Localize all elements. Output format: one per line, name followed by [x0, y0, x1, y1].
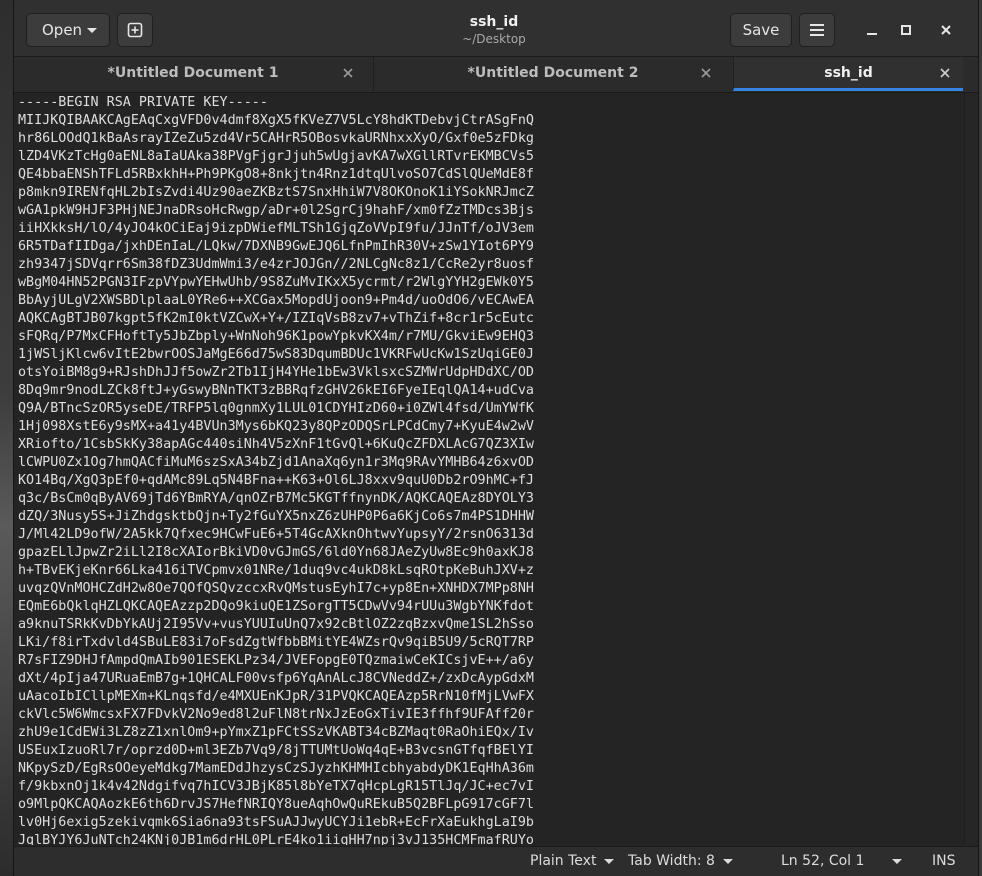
- open-button-label: Open: [42, 21, 83, 39]
- text-line: lZD4VKzTcHg0aENL8aIaUAka38PVgFjgrJjuh5wU…: [18, 149, 534, 164]
- text-line: zh9347jSDVqrr6Sm38fDZ3UdmWmi3/e4zrJOJGn/…: [18, 257, 534, 272]
- vertical-scrollbar[interactable]: [964, 93, 978, 845]
- save-button[interactable]: Save: [730, 13, 792, 47]
- chevron-down-icon: [87, 28, 97, 33]
- main-menu-button[interactable]: [799, 13, 835, 47]
- text-line: uAacoIbICllpMEXm+KLnqsfd/e4MXUEnKJpR/31P…: [18, 689, 534, 704]
- text-line: JqlBYJY6JuNTch24KNj0JB1m6drHL0PLrE4ko1ii…: [18, 833, 534, 845]
- text-editor-area[interactable]: -----BEGIN RSA PRIVATE KEY----- MIIJKQIB…: [14, 93, 964, 845]
- text-line: LKi/f8irTxdvld4SBuLE83i7oFsdZgtWfbbBMitY…: [18, 635, 534, 650]
- text-line: wGA1pkW9HJF3PHjNEJnaDRsoHcRwgp/aDr+0l2Sg…: [18, 203, 534, 218]
- chevron-down-icon[interactable]: [892, 859, 902, 864]
- close-window-button[interactable]: [932, 16, 960, 44]
- text-line: XRiofto/1CsbSkKy38apAGc440siNh4V5zXnF1tG…: [18, 437, 534, 452]
- text-line: f/9kbxnOj1k4v42Ndgifvq7hICV3JBjK85l8bYeT…: [18, 779, 534, 794]
- window-subtitle: ~/Desktop: [462, 32, 526, 46]
- minimize-button[interactable]: [858, 16, 886, 44]
- tab-label: *Untitled Document 1: [107, 65, 279, 81]
- chevron-down-icon: [604, 858, 615, 864]
- text-line: BbAyjULgV2XWSBDlplaaL0YRe6++XCGax5MopdUj…: [18, 293, 534, 308]
- text-line: 8Dq9mr9nodLZCk8ftJ+yGswyBNnTKT3zBBRqfzGH…: [18, 383, 534, 398]
- text-line: dXt/4pIja47URuaEmB7g+1QHCALF00vsfp6YqAnA…: [18, 671, 534, 686]
- text-line: otsYoiBM8g9+RJshDhJJf5owZr2Tb1IjH4YHe1bE…: [18, 365, 534, 380]
- text-line: uvqzQVnMOHCZdH2w8Oe7QOfQSQvzccxRvQMstusE…: [18, 581, 534, 596]
- text-line: 6R5TDafIIDga/jxhDEnIaL/LQkw/7DXNB9GwEJQ6…: [18, 239, 534, 254]
- status-bar: Plain Text Tab Width: 8 Ln 52, Col 1 INS: [14, 846, 978, 876]
- text-line: 1Hj098XstE6y9sMX+a41y4BVUn3Mys6bKQ23y8QP…: [18, 419, 534, 434]
- tab-close-button[interactable]: [936, 64, 954, 82]
- cursor-position-label: Ln 52, Col 1: [781, 853, 865, 869]
- text-line: USEuxIzuoRl7r/oprzd0D+ml3EZb7Vq9/8jTTUMt…: [18, 743, 534, 758]
- text-line: p8mkn9IRENfqHL2bIsZvdi4Uz90aeZKBztS7SnxH…: [18, 185, 534, 200]
- language-label: Plain Text: [530, 853, 597, 869]
- text-line: NKpySzD/EgRsOOeyeMdkg7MamEDdJhzysCzSJyzh…: [18, 761, 534, 776]
- text-line: o9MlpQKCAQAozkE6th6DrvJS7HefNRIQY8ueAqhO…: [18, 797, 534, 812]
- minimize-icon: [867, 33, 877, 35]
- close-icon: [941, 25, 951, 35]
- window-title: ssh_id: [469, 14, 519, 30]
- text-line: QE4bbaENShTFLd5RBxkhH+Ph9PKgO8+8nkjtn4Rn…: [18, 167, 534, 182]
- text-line: dZQ/3Nusy5S+JiZhdgsktbQjn+Ty2fGuYX5nxZ6z…: [18, 509, 534, 524]
- text-line: MIIJKQIBAAKCAgEAqCxgVFD0v4dmf8XgX5fKVeZ7…: [18, 113, 534, 128]
- tab-close-button[interactable]: [697, 64, 715, 82]
- insert-mode-label: INS: [932, 853, 956, 869]
- hamburger-menu-icon: [810, 24, 824, 36]
- desktop-background: [0, 0, 14, 876]
- window-title-block: ssh_id ~/Desktop: [394, 13, 594, 47]
- tab-close-button[interactable]: [339, 64, 357, 82]
- tab-ssh-id[interactable]: ssh_id: [733, 57, 963, 91]
- close-icon: [940, 68, 950, 78]
- text-line: sFQRq/P7MxCFHoftTy5JbZbply+WnNoh96K1powY…: [18, 329, 534, 344]
- text-editor-window: Open ssh_id ~/Desktop Save *Untitled Doc…: [14, 0, 978, 876]
- text-line: lCWPU0Zx1Og7hmQACfiMuM6szSxA34bZjd1AnaXq…: [18, 455, 534, 470]
- header-bar: Open ssh_id ~/Desktop Save: [14, 0, 978, 57]
- open-button[interactable]: Open: [26, 13, 110, 47]
- text-line: lv0Hj6exig5zekivqmk6Sia6na93tsFSuAJJwyUC…: [18, 815, 534, 830]
- text-line: J/Ml42LD9ofW/2A5kk7Qfxec9HCwFuE6+5T4GcAX…: [18, 527, 534, 542]
- text-line: KO14Bq/XgQ3pEf0+qdAMc89Lq5N4BFna++K63+Ol…: [18, 473, 534, 488]
- maximize-icon: [901, 25, 911, 35]
- text-line: hr86LOOdQ1kBaAsrayIZeZu5zd4Vr5CAHrR5OBos…: [18, 131, 534, 146]
- language-selector[interactable]: Plain Text: [530, 853, 615, 869]
- text-line: iiHXkksH/lO/4yJO4kOCiEaj9izpDWiefMLTSh1G…: [18, 221, 534, 236]
- text-line: 1jWSljKlcw6vItE2bwrOOSJaMgE66d75wS83Dqum…: [18, 347, 534, 362]
- tab-bar: *Untitled Document 1 *Untitled Document …: [14, 57, 978, 93]
- new-tab-button[interactable]: [117, 13, 153, 47]
- tab-untitled-document-2[interactable]: *Untitled Document 2: [373, 57, 732, 91]
- text-line: ckVlc5W6WmcsxFX7FDvkV2No9ed8l2uFlN8trNxJ…: [18, 707, 534, 722]
- text-line: h+TBvEKjeKnr66Lka416iTVCpmvx01NRe/1duq9v…: [18, 563, 534, 578]
- close-icon: [343, 68, 353, 78]
- close-icon: [701, 68, 711, 78]
- cursor-position[interactable]: Ln 52, Col 1: [781, 853, 864, 869]
- text-line: EQmE6bQklqHZLQKCAQEAzzp2DQo9kiuQE1ZSorgT…: [18, 599, 534, 614]
- text-line: a9knuTSRkKvDbYkAUj2I95Vv+vusYUUIuUnQ7x92…: [18, 617, 534, 632]
- tab-width-label: Tab Width: 8: [628, 853, 715, 869]
- document-text[interactable]: -----BEGIN RSA PRIVATE KEY----- MIIJKQIB…: [18, 94, 534, 845]
- text-line: Q9A/BTncSzOR5yseDE/TRFP5lq0gnmXy1LUL01CD…: [18, 401, 534, 416]
- maximize-button[interactable]: [892, 16, 920, 44]
- tab-label: ssh_id: [824, 65, 873, 81]
- text-line: zhU9e1CdEWi3LZ8zZ1xnlOm9+pYmxZ1pFCtSSzVK…: [18, 725, 534, 740]
- text-line: -----BEGIN RSA PRIVATE KEY-----: [18, 95, 268, 110]
- insert-mode-indicator[interactable]: INS: [932, 853, 956, 869]
- text-line: gpazELlJpwZr2iLl2I8cXAIorBkiVD0vGJmGS/6l…: [18, 545, 534, 560]
- new-tab-icon: [127, 22, 143, 38]
- tab-untitled-document-1[interactable]: *Untitled Document 1: [14, 57, 372, 91]
- text-line: wBgM04HN52PGN3IFzpVYpwYEHwUhb/9S8ZuMvIKx…: [18, 275, 534, 290]
- tab-label: *Untitled Document 2: [467, 65, 639, 81]
- text-line: R7sFIZ9DHJfAmpdQmAIb901ESEKLPz34/JVEFopg…: [18, 653, 534, 668]
- tab-width-selector[interactable]: Tab Width: 8: [628, 853, 733, 869]
- text-line: AQKCAgBTJB07kgpt5fK2mI0ktVZCwX+Y+/IZIqVs…: [18, 311, 534, 326]
- text-line: q3c/BsCm0qByAV69jTd6YBmRYA/qnOZrB7Mc5KGT…: [18, 491, 534, 506]
- chevron-down-icon: [722, 858, 733, 864]
